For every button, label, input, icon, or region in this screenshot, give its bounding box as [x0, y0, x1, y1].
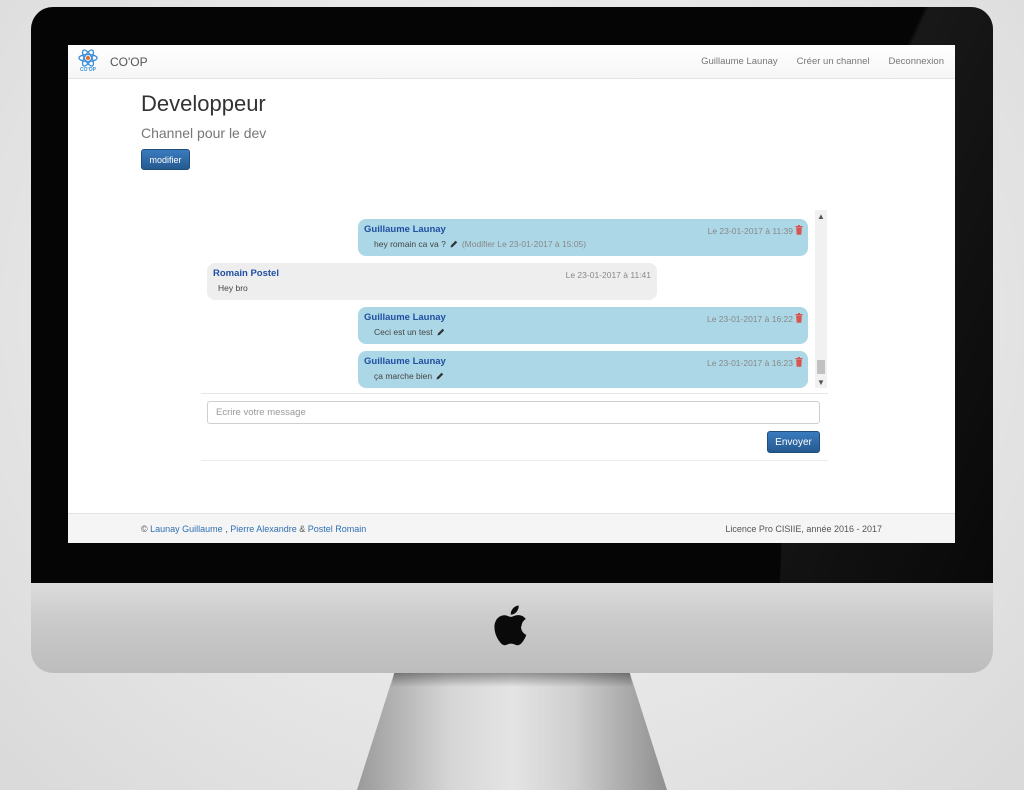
scroll-down-icon[interactable]: ▼ — [815, 376, 827, 388]
message-date: Le 23-01-2017 à 16:23 — [706, 358, 793, 368]
message-author[interactable]: Guillaume Launay — [364, 224, 446, 235]
nav-link-logout[interactable]: Deconnexion — [889, 56, 944, 67]
message-item: Guillaume Launay Le 23-01-2017 à 11:39 h… — [358, 219, 808, 256]
message-item: Guillaume Launay Le 23-01-2017 à 16:23 ç… — [358, 351, 808, 388]
logo-caption: CO'OP — [80, 67, 96, 73]
footer-credits: © Launay Guillaume , Pierre Alexandre & … — [141, 524, 366, 534]
message-text-row: hey romain ca va ? (Modifier Le 23-01-20… — [374, 239, 586, 249]
message-date: Le 23-01-2017 à 16:22 — [706, 314, 793, 324]
pencil-edit-icon[interactable] — [450, 240, 458, 248]
atom-logo-icon — [78, 49, 98, 67]
license-text: Licence Pro CISIIE, année 2016 - 2017 — [725, 524, 882, 534]
stand-shadow — [391, 673, 633, 687]
divider — [201, 460, 828, 461]
copyright-symbol: © — [141, 524, 151, 534]
footer: © Launay Guillaume , Pierre Alexandre & … — [68, 513, 955, 543]
coop-logo[interactable]: CO'OP — [77, 49, 99, 75]
message-text: Ceci est un test — [374, 327, 433, 337]
pencil-edit-icon[interactable] — [437, 328, 445, 336]
scroll-up-icon[interactable]: ▲ — [815, 210, 827, 222]
apple-logo-icon — [494, 605, 527, 646]
message-input[interactable] — [207, 401, 820, 424]
modify-button[interactable]: modifier — [141, 149, 190, 170]
channel-description: Channel pour le dev — [141, 125, 267, 141]
message-date: Le 23-01-2017 à 11:41 — [565, 270, 651, 280]
message-text-row: Ceci est un test — [374, 327, 445, 337]
chat-messages: Guillaume Launay Le 23-01-2017 à 11:39 h… — [201, 210, 828, 393]
send-button[interactable]: Envoyer — [767, 431, 820, 453]
message-author[interactable]: Romain Postel — [213, 268, 279, 279]
message-author[interactable]: Guillaume Launay — [364, 356, 446, 367]
message-item: Guillaume Launay Le 23-01-2017 à 16:22 C… — [358, 307, 808, 344]
message-text-row: ça marche bien — [374, 371, 444, 381]
message-text-row: Hey bro — [218, 283, 248, 293]
author-link-postel[interactable]: Postel Romain — [308, 524, 367, 534]
trash-icon[interactable] — [795, 313, 803, 323]
edit-note: (Modifier Le 23-01-2017 à 15:05) — [461, 239, 587, 249]
pencil-edit-icon[interactable] — [436, 372, 444, 380]
message-text: hey romain ca va ? — [374, 239, 446, 249]
channel-title: Developpeur — [141, 91, 266, 116]
nav-link-create-channel[interactable]: Créer un channel — [797, 56, 870, 67]
message-author[interactable]: Guillaume Launay — [364, 312, 446, 323]
message-date: Le 23-01-2017 à 11:39 — [707, 226, 793, 236]
author-link-launay[interactable]: Launay Guillaume — [150, 524, 223, 534]
scroll-thumb[interactable] — [817, 360, 825, 374]
message-item: Romain Postel Le 23-01-2017 à 11:41 Hey … — [207, 263, 657, 300]
navbar: CO'OP CO'OP Guillaume Launay Créer un ch… — [68, 45, 955, 79]
brand-name[interactable]: CO'OP — [110, 55, 148, 69]
separator: & — [296, 524, 308, 534]
message-text: ça marche bien — [374, 371, 433, 381]
chat-scrollbar[interactable]: ▲ ▼ — [815, 210, 827, 388]
author-link-pierre[interactable]: Pierre Alexandre — [230, 524, 297, 534]
monitor-stand — [357, 673, 667, 790]
nav-links: Guillaume Launay Créer un channel Deconn… — [701, 56, 944, 67]
trash-icon[interactable] — [795, 225, 803, 235]
nav-link-user[interactable]: Guillaume Launay — [701, 56, 778, 67]
message-text: Hey bro — [218, 283, 248, 293]
browser-screen: CO'OP CO'OP Guillaume Launay Créer un ch… — [68, 45, 955, 543]
trash-icon[interactable] — [795, 357, 803, 367]
divider — [201, 393, 828, 394]
